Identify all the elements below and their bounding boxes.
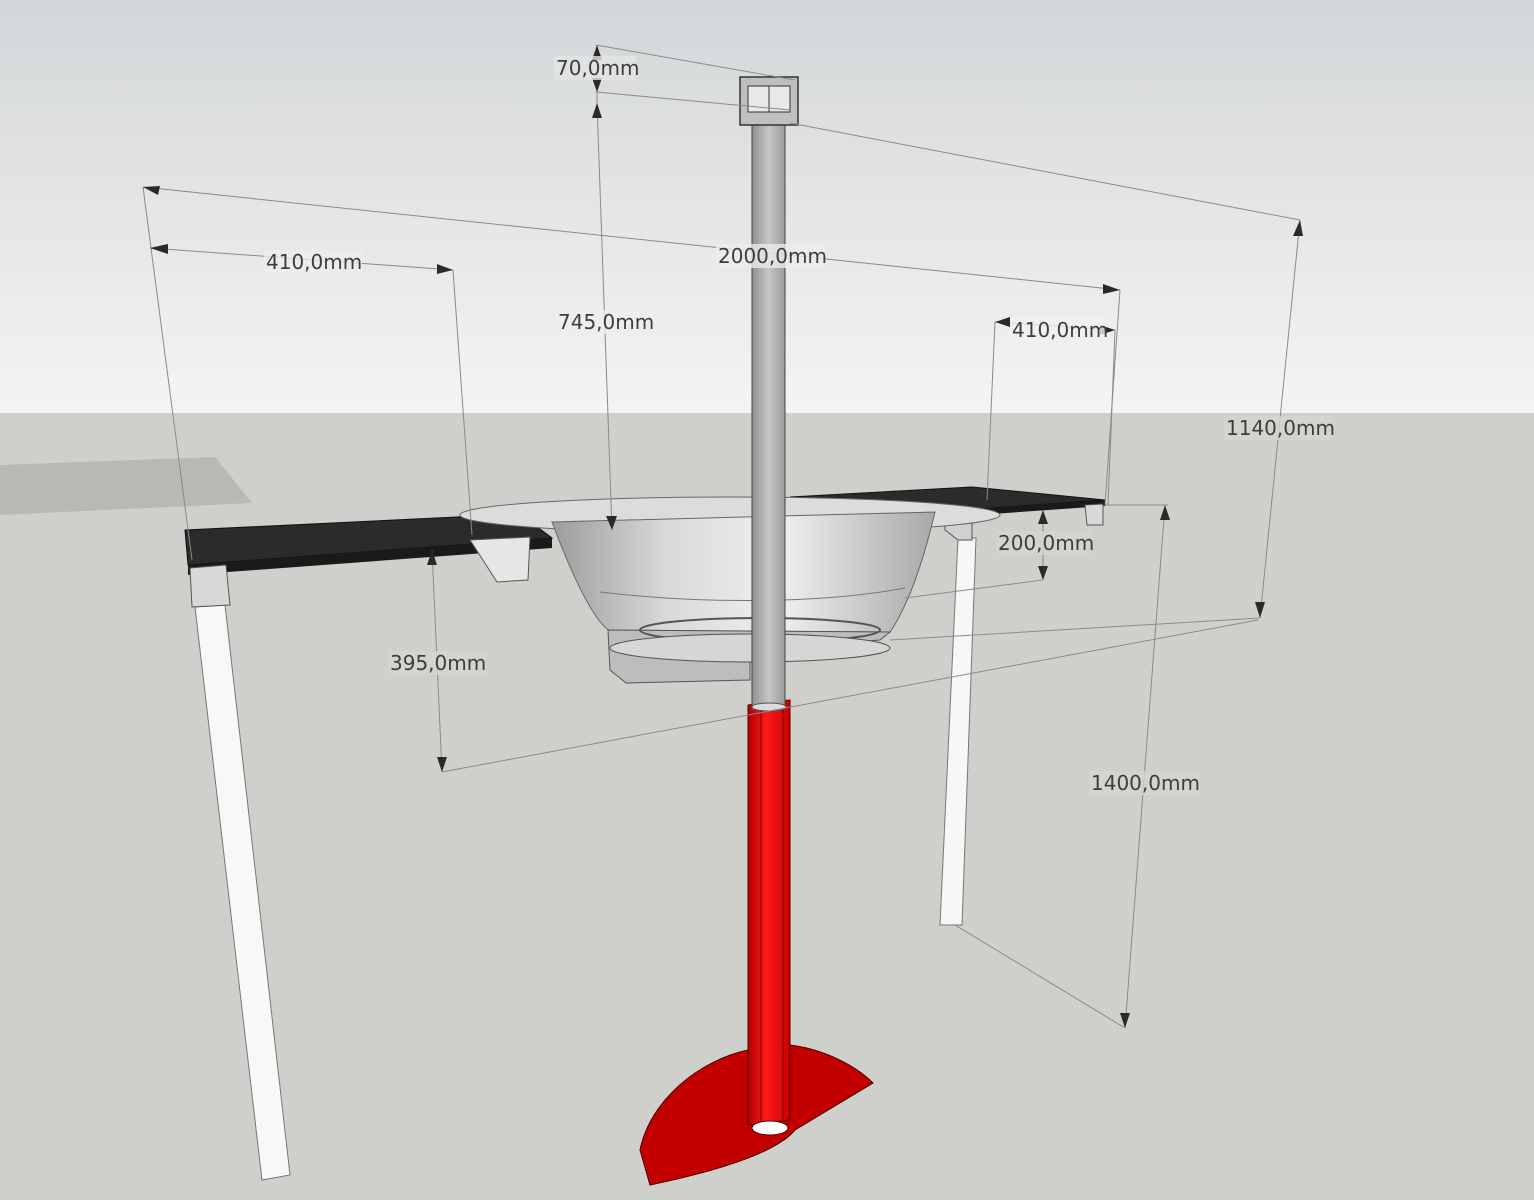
- label-395mm: 395,0mm: [390, 651, 486, 675]
- label-1400mm: 1400,0mm: [1091, 771, 1200, 795]
- pole-bottom-opening: [751, 1120, 789, 1136]
- right-bracket-outer: [1084, 503, 1104, 526]
- label-200mm: 200,0mm: [998, 531, 1094, 555]
- bowl-body: [551, 511, 936, 633]
- label-745mm: 745,0mm: [558, 310, 654, 334]
- pole-joint: [751, 702, 787, 712]
- pole-upper: [751, 124, 786, 711]
- pole-lower-red: [747, 699, 791, 1126]
- bowl-bottom-plate: [609, 633, 891, 663]
- left-bracket-outer: [189, 564, 231, 608]
- model-viewport: 70,0mm 745,0mm 2000,0mm 410,0mm 410,0mm …: [0, 0, 1534, 1200]
- label-2000mm: 2000,0mm: [718, 244, 827, 268]
- label-1140mm: 1140,0mm: [1226, 416, 1335, 440]
- label-410mm-right: 410,0mm: [1012, 318, 1108, 342]
- label-410mm-left: 410,0mm: [266, 250, 362, 274]
- label-70mm: 70,0mm: [556, 56, 640, 80]
